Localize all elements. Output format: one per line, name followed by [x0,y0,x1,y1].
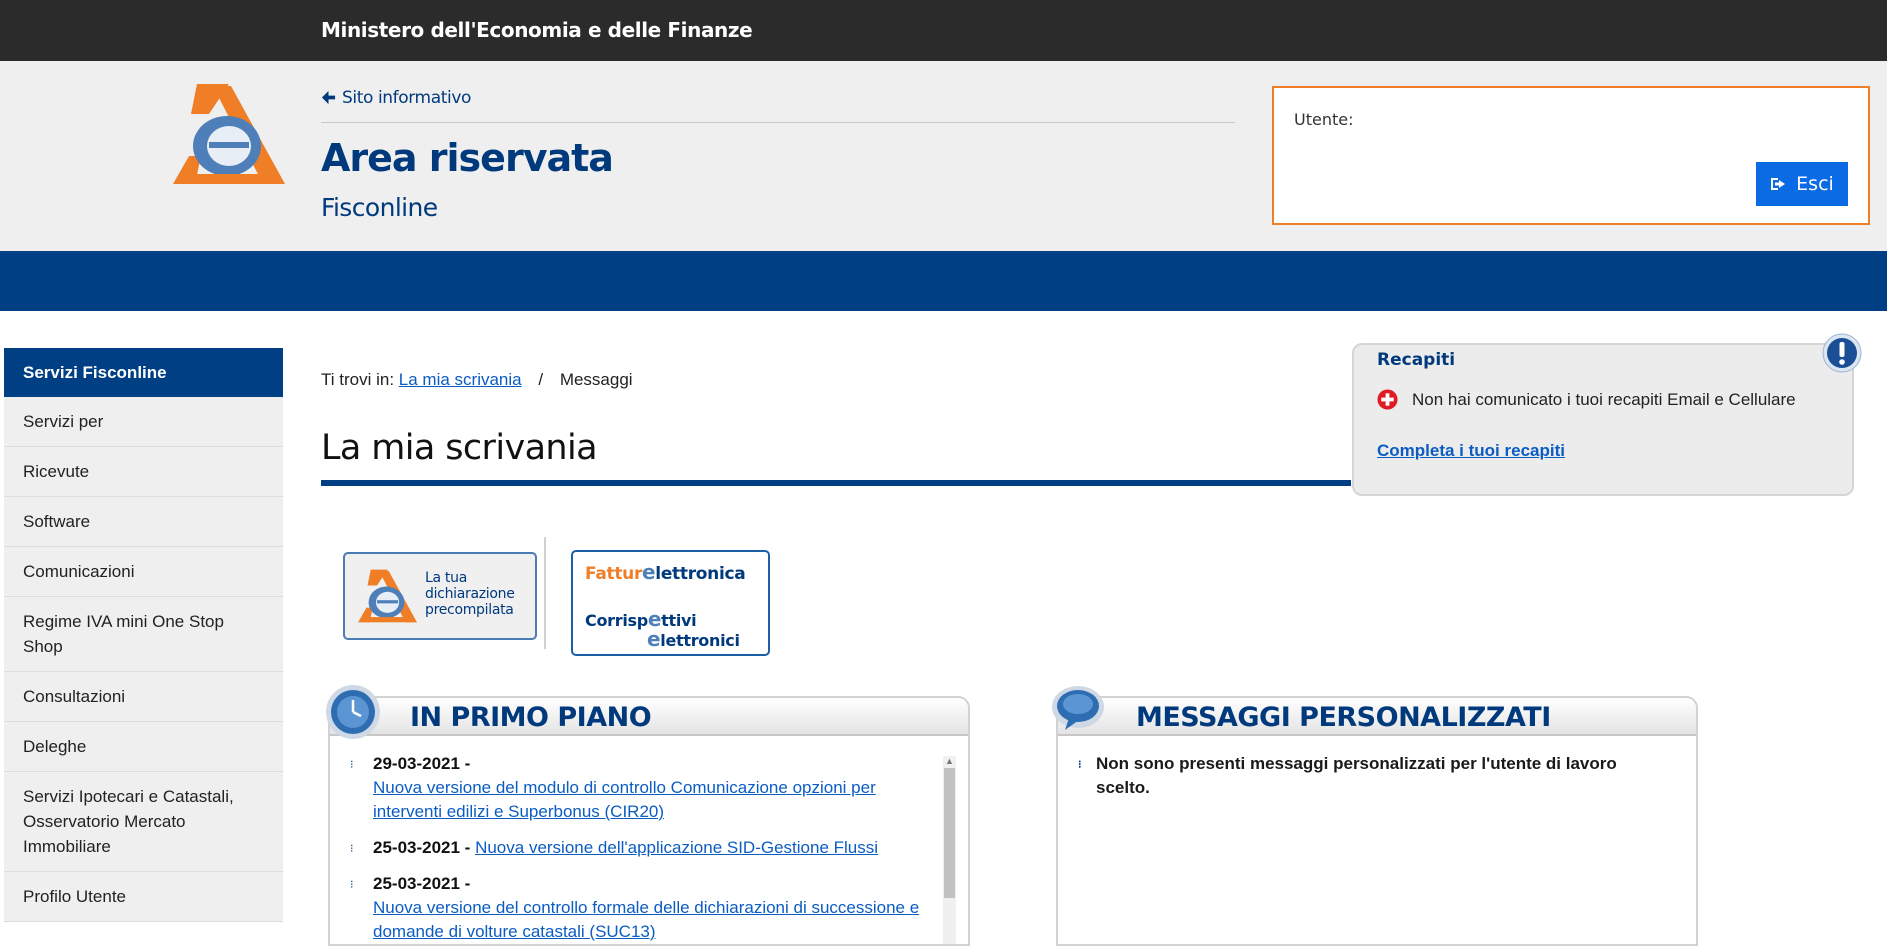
complete-recapiti-link[interactable]: Completa i tuoi recapiti [1377,441,1565,461]
news-date: 25-03-2021 - [373,874,471,893]
logout-button[interactable]: Esci [1756,162,1848,206]
top-ribbon: Ministero dell'Economia e delle Finanze [0,0,1887,61]
list-item: ⁝ 25-03-2021 - Nuova versione del contro… [330,872,946,944]
news-link[interactable]: Nuova versione del controllo formale del… [373,898,919,941]
sign-out-icon [1771,178,1786,190]
bullet-icon: ⁝ [350,759,354,771]
arrow-left-icon [321,90,336,105]
sidebar-item-servizi-per[interactable]: Servizi per [4,397,283,447]
bullet-icon: ⁝ [1078,759,1082,771]
sidebar-item-consultazioni[interactable]: Consultazioni [4,672,283,722]
header-divider [321,122,1235,123]
clock-icon [326,685,380,739]
messaggi-header: MESSAGGI PERSONALIZZATI [1058,698,1696,736]
navigation-band [0,251,1887,311]
fattura-text-2: lettronica [655,564,746,584]
logout-label: Esci [1796,173,1834,195]
sidebar-item-software[interactable]: Software [4,497,283,547]
agenzia-entrate-logo [173,84,285,184]
error-plus-icon [1377,389,1398,410]
sidebar-heading[interactable]: Servizi Fisconline [4,348,283,397]
recapiti-box: Recapiti Non hai comunicato i tuoi recap… [1352,333,1862,496]
precompilata-banner[interactable]: La tua dichiarazione precompilata [343,552,537,640]
sidebar-item-profilo-utente[interactable]: Profilo Utente [4,872,283,922]
fattura-e-glyph: e [642,560,656,584]
exclamation-icon [1822,333,1862,373]
list-item: ⁝ 25-03-2021 - Nuova versione dell'appli… [330,836,946,860]
messaggi-panel: MESSAGGI PERSONALIZZATI ⁝ Non sono prese… [1056,696,1698,946]
news-link[interactable]: Nuova versione dell'applicazione SID-Ges… [475,838,878,857]
scroll-up-icon[interactable]: ▲ [945,756,954,766]
user-box: Utente: Esci [1272,86,1870,225]
primo-piano-list: ⁝ 29-03-2021 - Nuova versione del modulo… [330,752,946,944]
primo-piano-scrollbar[interactable]: ▲ [943,756,956,944]
ministry-title: Ministero dell'Economia e delle Finanze [321,18,753,42]
back-link-label: Sito informativo [342,88,471,108]
messaggi-title: MESSAGGI PERSONALIZZATI [1136,702,1551,733]
list-item: ⁝ Non sono presenti messaggi personalizz… [1058,752,1658,800]
title-underline [321,480,1351,486]
sidebar-item-servizi-ipotecari[interactable]: Servizi Ipotecari e Catastali, Osservato… [4,772,283,872]
breadcrumb-current: Messaggi [559,370,633,389]
corrispettivi-line: Corrispettivi elettronici [585,609,740,651]
breadcrumb-link-scrivania[interactable]: La mia scrivania [399,370,522,389]
list-item: ⁝ 29-03-2021 - Nuova versione del modulo… [330,752,946,824]
fattura-line: Fatturelettronica [585,562,746,584]
recapiti-message-text: Non hai comunicato i tuoi recapiti Email… [1412,389,1796,409]
page-title: La mia scrivania [321,428,598,468]
recapiti-title: Recapiti [1377,350,1456,370]
bullet-icon: ⁝ [350,879,354,891]
corrisp-e-glyph-2: e [647,627,661,651]
corrisp-text-3: lettronici [660,631,740,650]
news-date: 29-03-2021 - [373,754,471,773]
speech-bubble-icon [1052,686,1104,730]
banner-divider [544,537,546,649]
news-link[interactable]: Nuova versione del modulo di controllo C… [373,778,876,821]
primo-piano-header: IN PRIMO PIANO [330,698,968,736]
precompilata-logo-icon [358,569,417,623]
sidebar: Servizi Fisconline Servizi per Ricevute … [4,348,283,922]
user-label: Utente: [1294,110,1354,129]
sidebar-item-comunicazioni[interactable]: Comunicazioni [4,547,283,597]
sidebar-item-ricevute[interactable]: Ricevute [4,447,283,497]
primo-piano-panel: IN PRIMO PIANO ⁝ 29-03-2021 - Nuova vers… [328,696,970,946]
messaggi-text: Non sono presenti messaggi personalizzat… [1096,754,1617,797]
scroll-thumb[interactable] [944,768,955,898]
recapiti-message: Non hai comunicato i tuoi recapiti Email… [1377,389,1796,410]
breadcrumb-separator: / [538,370,544,389]
sidebar-item-deleghe[interactable]: Deleghe [4,722,283,772]
news-date: 25-03-2021 - [373,838,471,857]
bullet-icon: ⁝ [350,843,354,855]
sidebar-item-regime-iva[interactable]: Regime IVA mini One Stop Shop [4,597,283,672]
area-title: Area riservata [321,136,614,180]
area-subtitle: Fisconline [321,193,438,222]
precompilata-text: La tua dichiarazione precompilata [425,570,515,618]
breadcrumb: Ti trovi in: La mia scrivania / Messaggi [321,370,633,390]
fattura-text-1: Fattur [585,564,643,584]
corrisp-text-2: ttivi [661,611,697,630]
corrisp-text-1: Corrisp [585,611,648,630]
messaggi-list: ⁝ Non sono presenti messaggi personalizz… [1058,752,1658,812]
breadcrumb-prefix: Ti trovi in: [321,370,395,389]
fattura-elettronica-banner[interactable]: Fatturelettronica Corrispettivi elettron… [571,550,770,656]
primo-piano-title: IN PRIMO PIANO [410,702,652,733]
back-to-info-site-link[interactable]: Sito informativo [321,88,471,108]
